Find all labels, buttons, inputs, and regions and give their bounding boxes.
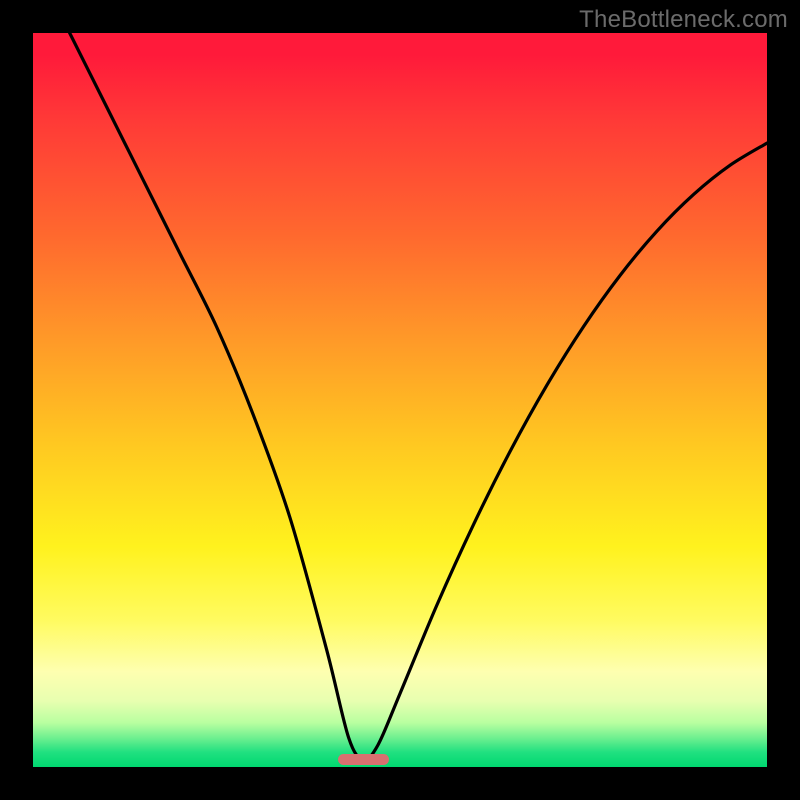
chart-frame: TheBottleneck.com: [0, 0, 800, 800]
watermark-text: TheBottleneck.com: [579, 6, 788, 34]
plot-area: [33, 33, 767, 767]
bottleneck-curve: [33, 33, 767, 767]
optimal-marker: [338, 754, 389, 766]
